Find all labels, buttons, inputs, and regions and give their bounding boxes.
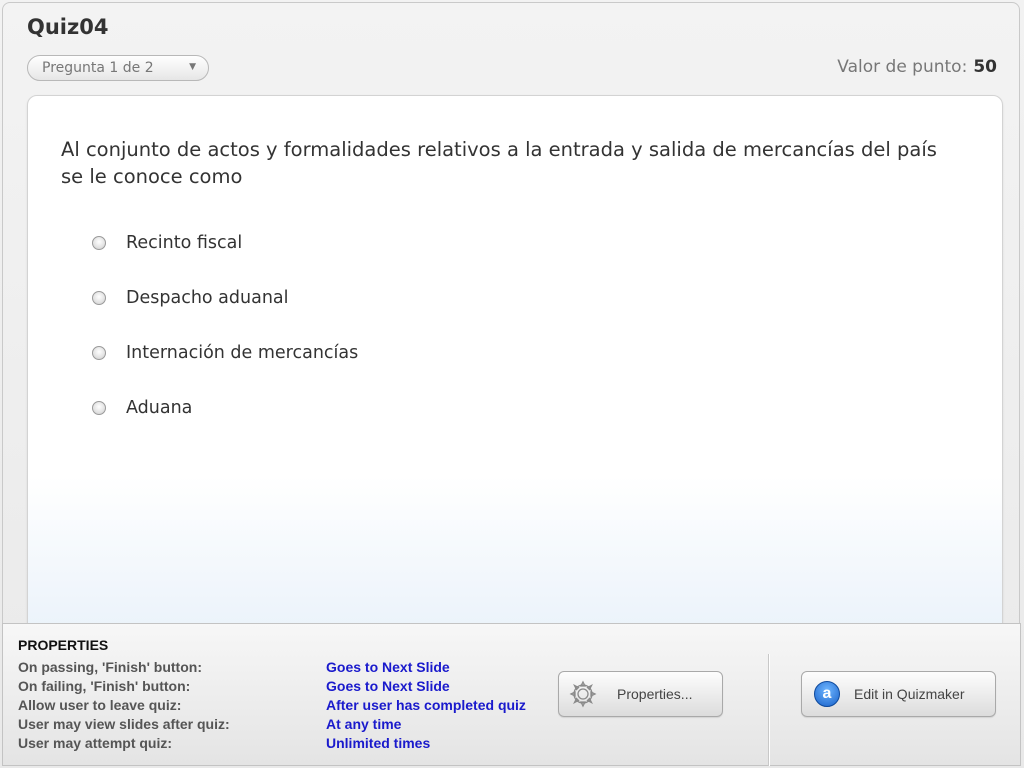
gear-icon	[569, 680, 597, 708]
panel-divider	[768, 654, 769, 766]
property-value: Unlimited times	[326, 735, 431, 751]
answer-option-label: Aduana	[126, 398, 193, 418]
radio-button[interactable]	[92, 401, 106, 415]
quiz-slide: Quiz04 Pregunta 1 de 2 ▼ Valor de punto:…	[0, 0, 1024, 768]
answer-option-label: Recinto fiscal	[126, 233, 243, 253]
point-value: Valor de punto: 50	[837, 57, 997, 77]
properties-button[interactable]: Properties...	[558, 671, 723, 717]
radio-button[interactable]	[92, 236, 106, 250]
property-value: Goes to Next Slide	[326, 659, 450, 675]
answer-option-3[interactable]: Internación de mercancías	[92, 343, 358, 363]
answer-option-1[interactable]: Recinto fiscal	[92, 233, 242, 253]
property-value: After user has completed quiz	[326, 697, 526, 713]
edit-button-label: Edit in Quizmaker	[854, 686, 965, 702]
quizmaker-a-icon: a	[814, 681, 840, 707]
property-label: User may view slides after quiz:	[18, 716, 230, 732]
quiz-frame: Quiz04 Pregunta 1 de 2 ▼ Valor de punto:…	[2, 2, 1020, 642]
answer-option-label: Internación de mercancías	[126, 343, 359, 363]
properties-button-label: Properties...	[617, 686, 693, 702]
answer-option-2[interactable]: Despacho aduanal	[92, 288, 289, 308]
properties-panel: PROPERTIES On passing, 'Finish' button: …	[2, 623, 1021, 766]
property-label: Allow user to leave quiz:	[18, 697, 182, 713]
answer-option-label: Despacho aduanal	[126, 288, 289, 308]
question-card: Al conjunto de actos y formalidades rela…	[27, 95, 1003, 640]
point-value-number: 50	[973, 57, 997, 77]
edit-in-quizmaker-button[interactable]: a Edit in Quizmaker	[801, 671, 996, 717]
point-value-label: Valor de punto:	[837, 57, 968, 77]
question-text: Al conjunto de actos y formalidades rela…	[61, 138, 937, 188]
question-selector-dropdown[interactable]: Pregunta 1 de 2 ▼	[27, 55, 209, 81]
property-label: User may attempt quiz:	[18, 735, 173, 751]
radio-button[interactable]	[92, 346, 106, 360]
radio-button[interactable]	[92, 291, 106, 305]
property-value: Goes to Next Slide	[326, 678, 450, 694]
question-selector-label: Pregunta 1 de 2	[42, 60, 154, 76]
quiz-title: Quiz04	[27, 15, 109, 39]
property-value: At any time	[326, 716, 402, 732]
property-label: On passing, 'Finish' button:	[18, 659, 202, 675]
property-label: On failing, 'Finish' button:	[18, 678, 191, 694]
answer-option-4[interactable]: Aduana	[92, 398, 192, 418]
properties-heading: PROPERTIES	[18, 637, 109, 653]
chevron-down-icon: ▼	[189, 62, 196, 72]
